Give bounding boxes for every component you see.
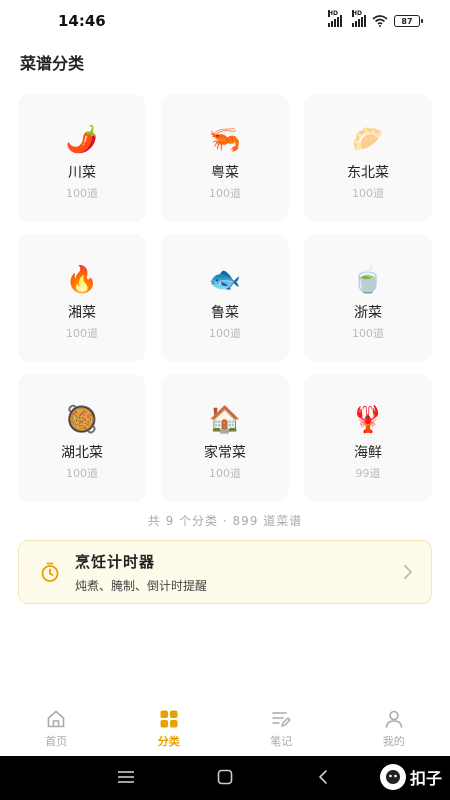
category-count: 100道 <box>66 187 98 200</box>
grid-icon <box>160 710 178 728</box>
category-count: 100道 <box>66 467 98 480</box>
fire-icon: 🔥 <box>65 265 99 295</box>
category-name: 粤菜 <box>211 165 239 181</box>
tab-label: 分类 <box>157 735 180 748</box>
status-bar: 14:46 HD HD 87 <box>0 0 450 42</box>
tea-icon: 🍵 <box>351 265 385 295</box>
tab-label: 首页 <box>45 735 68 748</box>
tab-profile[interactable]: 我的 <box>354 709 434 749</box>
category-count: 100道 <box>66 327 98 340</box>
fish-icon: 🐟 <box>208 265 242 295</box>
category-card[interactable]: 🔥 湘菜 100道 <box>18 234 146 362</box>
category-name: 浙菜 <box>354 305 382 321</box>
category-card[interactable]: 🦞 海鲜 99道 <box>304 374 432 502</box>
status-icons: HD HD 87 <box>328 10 423 27</box>
status-time: 14:46 <box>58 12 106 30</box>
category-name: 湖北菜 <box>61 445 103 461</box>
category-name: 东北菜 <box>347 165 389 181</box>
category-card[interactable]: 🍵 浙菜 100道 <box>304 234 432 362</box>
category-count: 100道 <box>352 327 384 340</box>
bottom-tab-bar: 首页 分类 笔记 我的 <box>0 702 450 756</box>
category-name: 鲁菜 <box>211 305 239 321</box>
page-title: 菜谱分类 <box>20 54 85 73</box>
tab-home[interactable]: 首页 <box>16 709 96 749</box>
home-square-icon[interactable] <box>217 769 233 785</box>
category-name: 湘菜 <box>68 305 96 321</box>
notes-icon <box>272 712 291 727</box>
category-card[interactable]: 🏠 家常菜 100道 <box>161 374 289 502</box>
timer-subtitle: 炖煮、腌制、倒计时提醒 <box>75 578 208 593</box>
coze-logo-icon <box>379 764 406 790</box>
category-count: 100道 <box>209 467 241 480</box>
category-count: 100道 <box>209 327 241 340</box>
timer-icon <box>41 562 59 582</box>
menu-icon[interactable] <box>117 769 135 785</box>
dumpling-icon: 🥟 <box>351 125 385 155</box>
chevron-right-icon <box>404 565 412 579</box>
house-icon: 🏠 <box>208 405 242 435</box>
cooking-timer-card[interactable]: 烹饪计时器 炖煮、腌制、倒计时提醒 <box>18 540 432 604</box>
category-name: 川菜 <box>68 165 96 181</box>
category-summary: 共 9 个分类 · 899 道菜谱 <box>147 514 303 528</box>
category-card[interactable]: 🥟 东北菜 100道 <box>304 94 432 222</box>
category-name: 家常菜 <box>204 445 246 461</box>
category-card[interactable]: 🦐 粤菜 100道 <box>161 94 289 222</box>
wifi-icon <box>372 15 388 27</box>
tab-categories[interactable]: 分类 <box>129 709 209 749</box>
category-card[interactable]: 🥘 湖北菜 100道 <box>18 374 146 502</box>
watermark: 扣子 <box>379 764 442 790</box>
category-count: 99道 <box>355 467 381 480</box>
lobster-icon: 🦞 <box>351 405 385 435</box>
category-card[interactable]: 🌶️ 川菜 100道 <box>18 94 146 222</box>
signal-icon: HD <box>352 10 366 27</box>
timer-text: 烹饪计时器 炖煮、腌制、倒计时提醒 <box>75 551 403 594</box>
category-count: 100道 <box>352 187 384 200</box>
back-icon[interactable] <box>317 769 329 785</box>
system-nav-bar: 扣子 <box>0 756 450 800</box>
profile-icon <box>385 710 403 728</box>
category-name: 海鲜 <box>354 445 382 461</box>
timer-title: 烹饪计时器 <box>75 552 156 571</box>
tab-notes[interactable]: 笔记 <box>241 709 321 749</box>
watermark-text: 扣子 <box>409 769 442 788</box>
category-grid: 🌶️ 川菜 100道 🦐 粤菜 100道 🥟 东北菜 100道 🔥 湘菜 100道 🐟 鲁菜 100道 🍵 浙菜… <box>18 94 432 502</box>
tab-label: 笔记 <box>270 735 293 748</box>
category-card[interactable]: 🐟 鲁菜 100道 <box>161 234 289 362</box>
signal-icon: HD <box>328 10 342 27</box>
shrimp-icon: 🦐 <box>208 125 242 155</box>
tab-label: 我的 <box>382 735 405 748</box>
stew-pot-icon: 🥘 <box>65 405 99 435</box>
category-count: 100道 <box>209 187 241 200</box>
chili-pepper-icon: 🌶️ <box>65 125 99 155</box>
battery-icon: 87 <box>394 15 423 27</box>
home-icon <box>47 710 65 728</box>
battery-level: 87 <box>401 16 413 26</box>
